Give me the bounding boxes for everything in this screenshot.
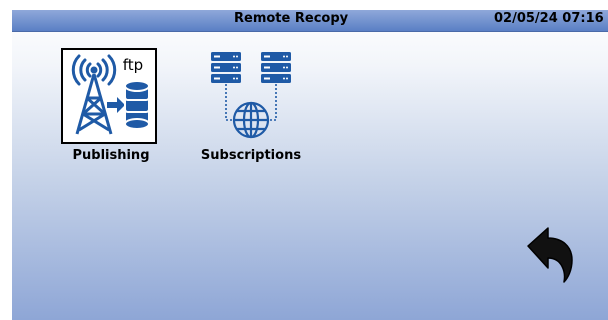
subscriptions-icon (203, 48, 299, 144)
publishing-tile[interactable]: ftp Publishing (50, 38, 172, 166)
ftp-broadcast-tower-icon: ftp (71, 54, 150, 135)
publishing-selection-frame: ftp (61, 48, 157, 144)
back-button[interactable] (518, 220, 578, 286)
clock: 02/05/24 07:16 (494, 11, 604, 26)
app-title: Remote Recopy (234, 11, 349, 26)
subscriptions-tile[interactable]: Subscriptions (188, 38, 314, 166)
title-bar: Remote Recopy 02/05/24 07:16 (12, 10, 608, 32)
back-arrow-icon (527, 227, 573, 283)
publishing-label: Publishing (72, 148, 150, 163)
ftp-badge: ftp (123, 56, 143, 74)
network-servers-globe-icon (211, 52, 291, 139)
subscriptions-label: Subscriptions (200, 148, 302, 163)
screen: Remote Recopy 02/05/24 07:16 ftp Publish… (12, 10, 608, 320)
